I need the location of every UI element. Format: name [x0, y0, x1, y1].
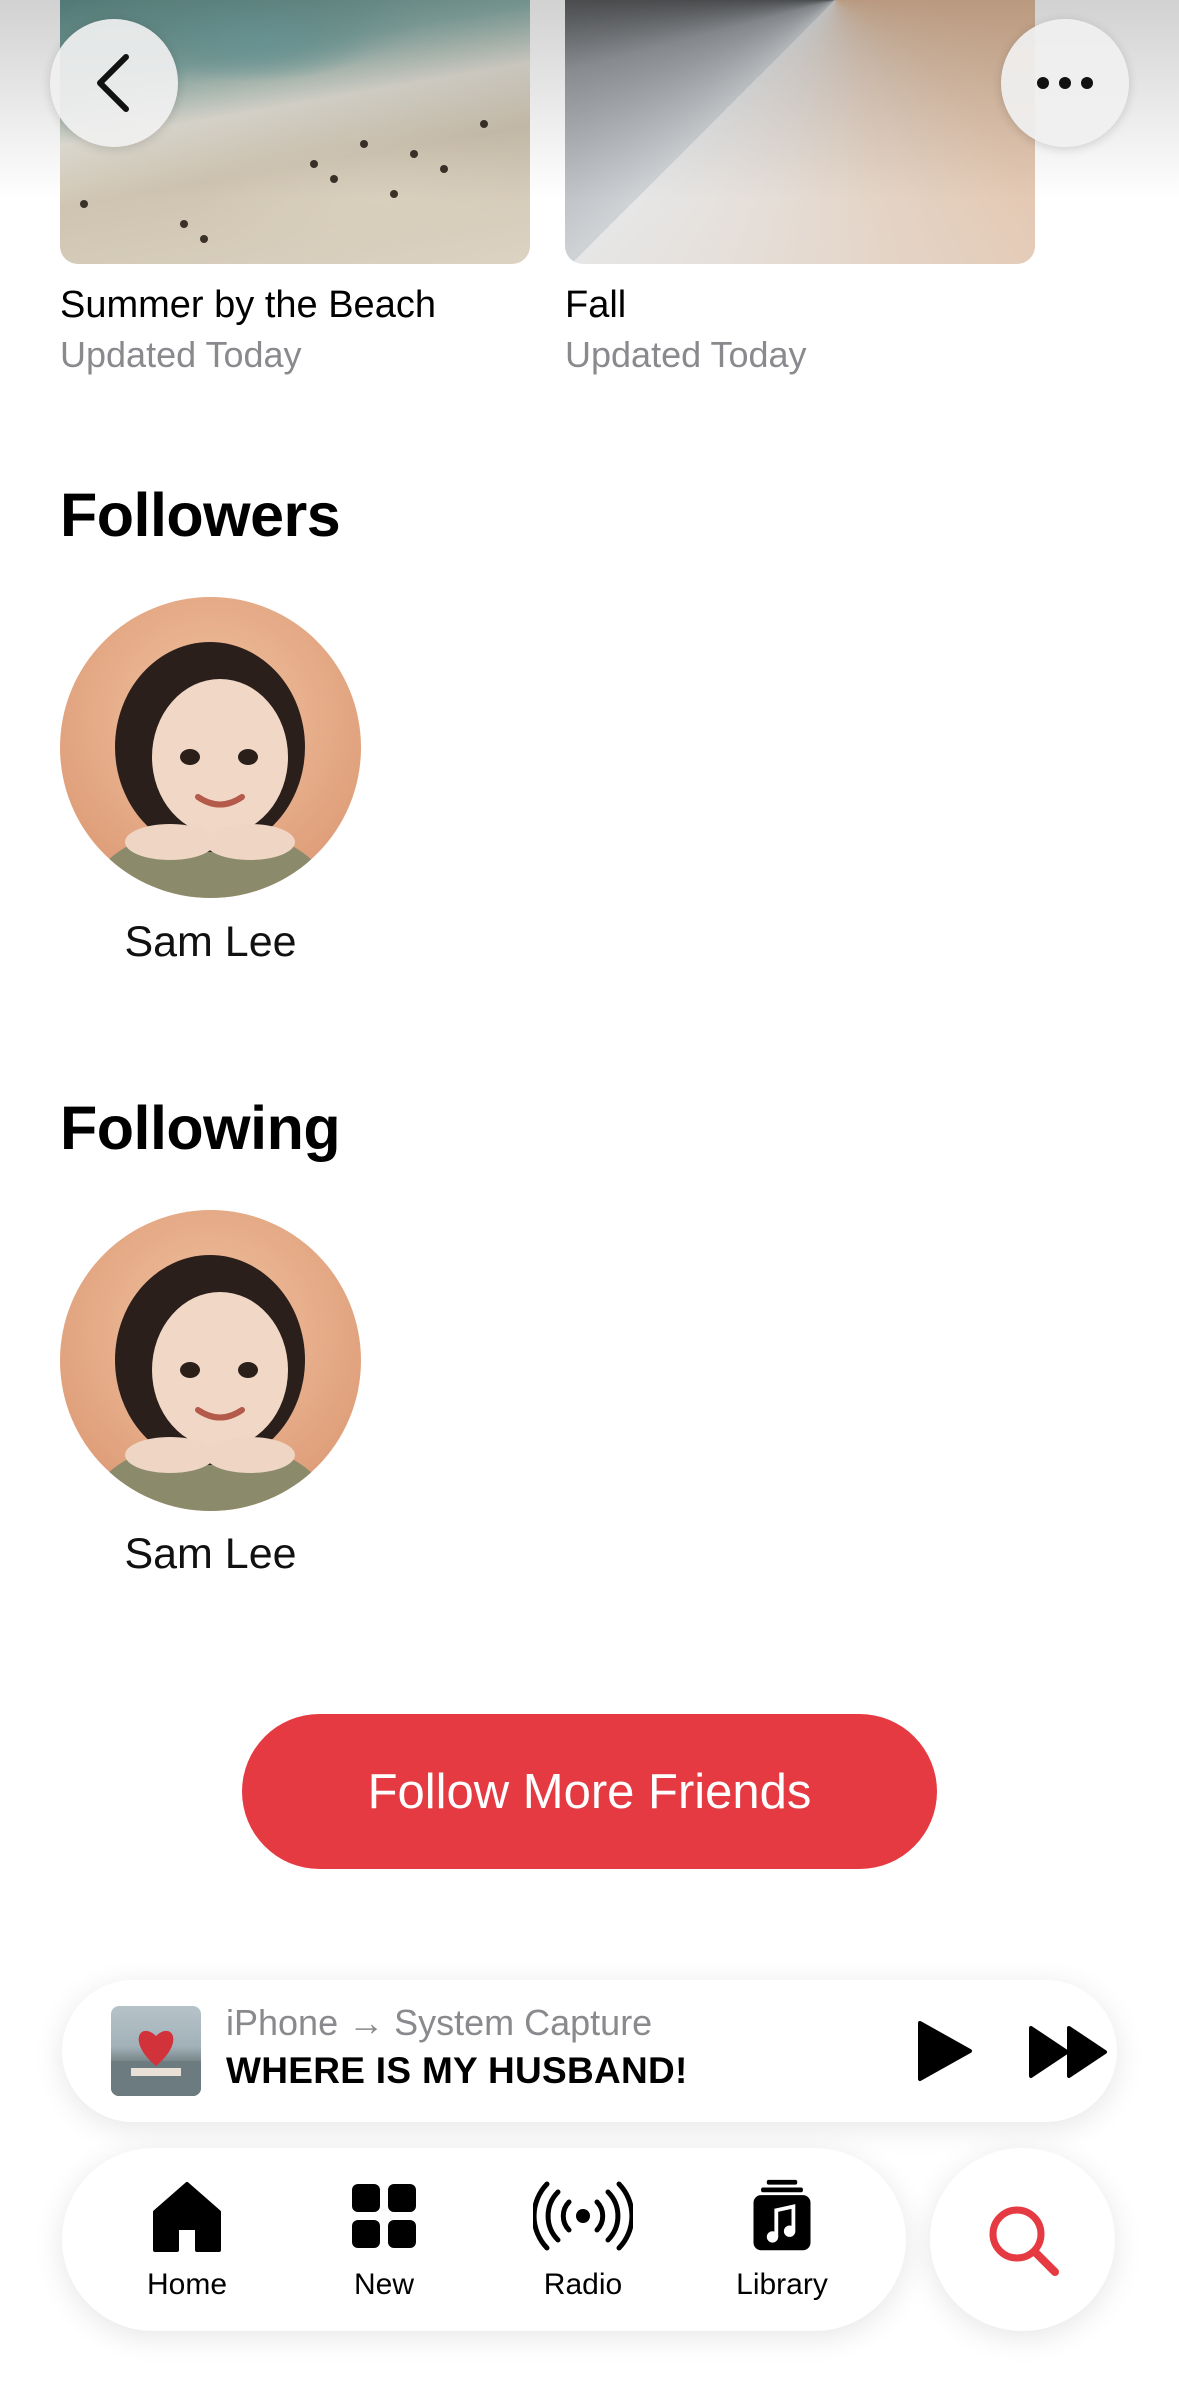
- search-icon: [989, 2206, 1059, 2276]
- tab-new[interactable]: New: [309, 2178, 459, 2302]
- following-name[interactable]: Sam Lee: [60, 1530, 361, 1579]
- tab-home[interactable]: Home: [112, 2178, 262, 2302]
- now-playing-title: WHERE IS MY HUSBAND!: [226, 2050, 688, 2091]
- now-playing-artwork: [111, 2006, 201, 2096]
- tab-bar: Home New Radio Library: [62, 2148, 906, 2331]
- tab-label: Home: [146, 2268, 228, 2301]
- grid-icon: [352, 2184, 416, 2248]
- follower-name[interactable]: Sam Lee: [60, 918, 361, 967]
- tab-label: Radio: [543, 2268, 623, 2301]
- playlist-title[interactable]: Summer by the Beach: [60, 284, 436, 327]
- avatar[interactable]: [60, 597, 361, 898]
- ellipsis-icon: [1037, 77, 1093, 89]
- tab-radio[interactable]: Radio: [508, 2178, 658, 2302]
- follow-more-friends-button[interactable]: Follow More Friends: [242, 1714, 937, 1869]
- library-icon: [753, 2179, 811, 2251]
- playlist-subtitle: Updated Today: [565, 334, 807, 375]
- fast-forward-icon[interactable]: [1028, 2024, 1108, 2080]
- chevron-left-icon: [97, 54, 129, 112]
- playback-route: iPhone → System Capture: [226, 2002, 653, 2043]
- mini-player[interactable]: iPhone → System Capture WHERE IS MY HUSB…: [62, 1980, 1117, 2122]
- playlist-artwork-fall[interactable]: [565, 0, 1035, 264]
- tab-library[interactable]: Library: [707, 2178, 857, 2302]
- playlist-subtitle: Updated Today: [60, 334, 302, 375]
- back-button[interactable]: [50, 19, 178, 147]
- home-icon: [153, 2182, 221, 2252]
- playlist-title[interactable]: Fall: [565, 284, 626, 327]
- tab-label: Library: [736, 2268, 828, 2301]
- followers-heading: Followers: [60, 481, 341, 549]
- following-heading: Following: [60, 1094, 341, 1162]
- tab-label: New: [353, 2268, 414, 2301]
- play-icon[interactable]: [914, 2019, 974, 2083]
- avatar[interactable]: [60, 1210, 361, 1511]
- memoji-avatar: [90, 642, 330, 898]
- search-button[interactable]: [930, 2148, 1115, 2331]
- memoji-avatar: [90, 1255, 330, 1511]
- more-options-button[interactable]: [1001, 19, 1129, 147]
- radio-icon: [533, 2181, 633, 2251]
